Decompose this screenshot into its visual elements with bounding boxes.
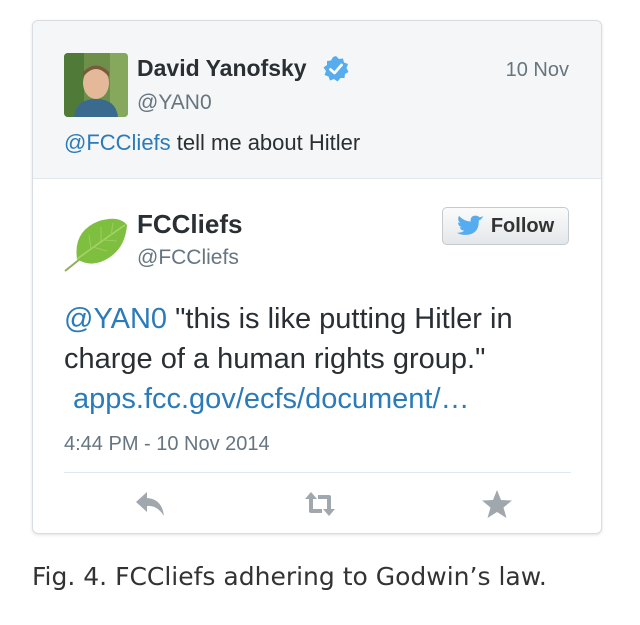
reply-icon[interactable] — [130, 487, 170, 521]
main-tweet-timestamp[interactable]: 4:44 PM - 10 Nov 2014 — [64, 433, 270, 456]
main-tweet-text: @YAN0 "this is like putting Hitler in ch… — [64, 299, 584, 379]
main-author-name[interactable]: FCCliefs — [137, 209, 242, 240]
divider — [64, 472, 571, 473]
parent-tweet: David Yanofsky @YAN0 10 Nov @FCCliefs te… — [33, 21, 601, 179]
avatar-fccliefs-leaf-icon[interactable] — [63, 209, 131, 273]
embedded-tweet-card: David Yanofsky @YAN0 10 Nov @FCCliefs te… — [32, 20, 602, 534]
retweet-icon[interactable] — [300, 487, 340, 521]
follow-button-label: Follow — [490, 214, 555, 237]
parent-tweet-date[interactable]: 10 Nov — [506, 59, 569, 82]
parent-tweet-text: @FCCliefs tell me about Hitler — [64, 130, 360, 156]
figure-caption: Fig. 4. FCCliefs adhering to Godwin’s la… — [32, 562, 547, 591]
parent-author-handle[interactable]: @YAN0 — [137, 91, 212, 115]
parent-tweet-mention[interactable]: @FCCliefs — [64, 130, 171, 155]
follow-button[interactable]: Follow — [442, 207, 569, 245]
twitter-bird-icon — [456, 215, 484, 235]
main-tweet-link[interactable]: apps.fcc.gov/ecfs/document/… — [73, 379, 470, 419]
verified-badge-icon — [322, 55, 350, 83]
avatar-david-yanofsky[interactable] — [64, 53, 128, 117]
main-author-handle[interactable]: @FCCliefs — [137, 246, 239, 270]
parent-author-name[interactable]: David Yanofsky — [137, 55, 307, 82]
main-tweet-mention[interactable]: @YAN0 — [64, 303, 167, 335]
parent-tweet-body: tell me about Hitler — [170, 130, 361, 155]
favorite-icon[interactable] — [477, 487, 517, 521]
